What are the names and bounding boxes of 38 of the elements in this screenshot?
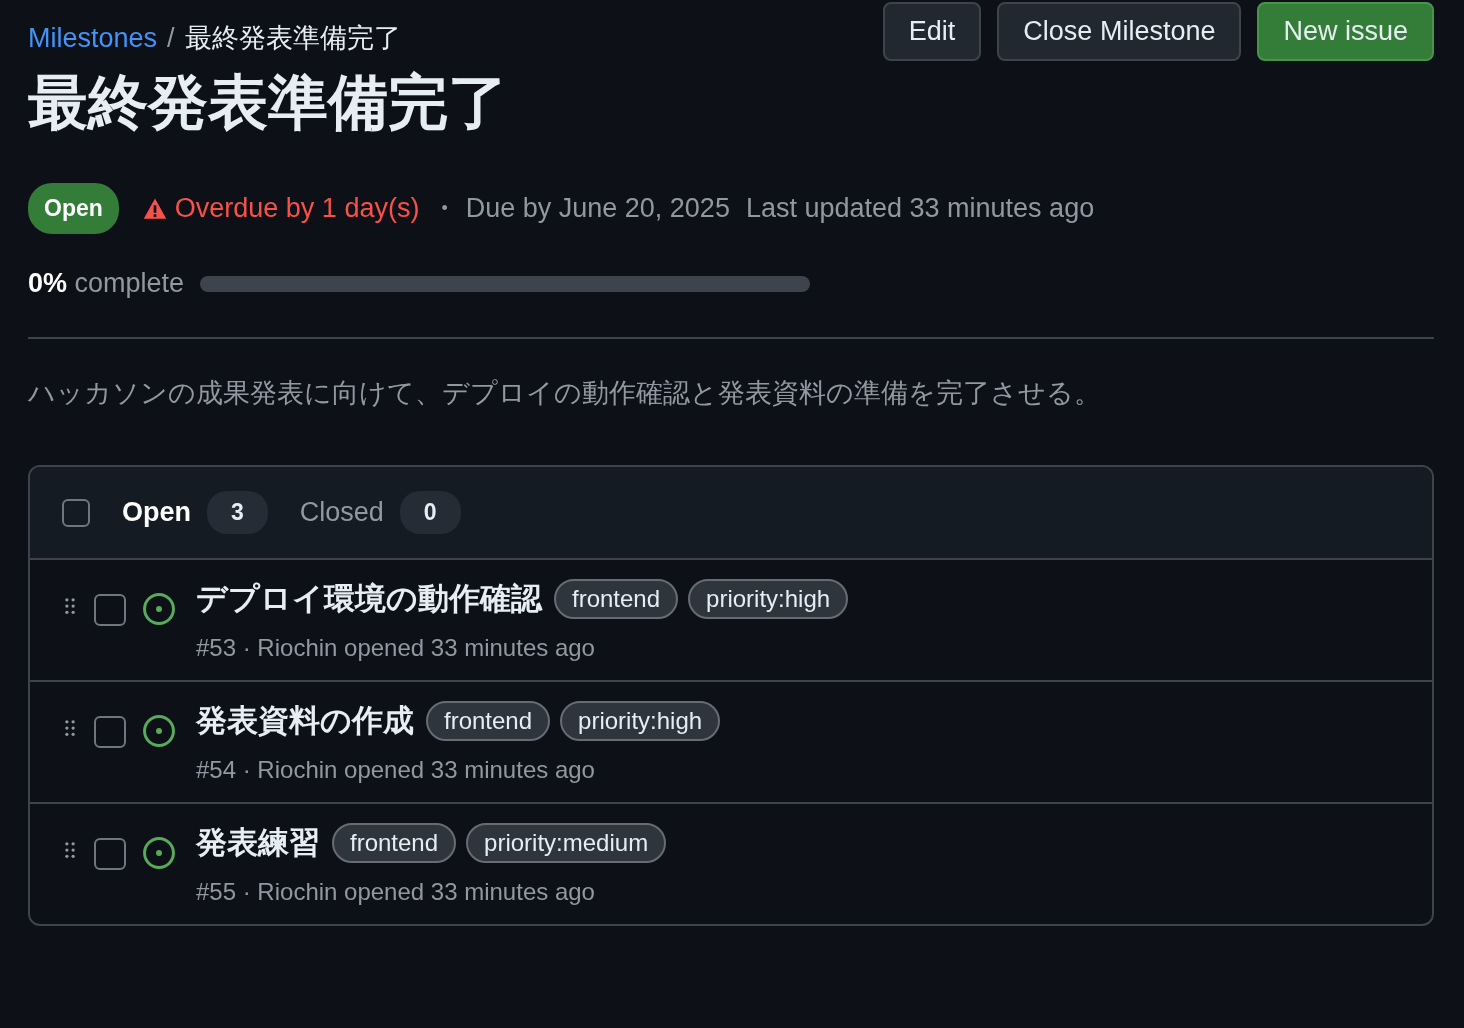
issue-label[interactable]: frontend: [426, 701, 551, 741]
last-updated: Last updated 33 minutes ago: [745, 193, 1095, 224]
milestone-title: 最終発表準備完了: [28, 68, 509, 138]
open-issue-icon: [142, 714, 176, 748]
state-badge: Open: [28, 183, 119, 234]
issue-label[interactable]: frontend: [554, 579, 679, 619]
breadcrumb-separator: /: [167, 22, 175, 54]
separator-dot: •: [441, 198, 448, 219]
description: ハッカソンの成果発表に向けて、デプロイの動作確認と発表資料の準備を完了させる。: [28, 377, 1102, 410]
open-issue-icon: [142, 592, 176, 626]
action-button[interactable]: Edit: [882, 2, 982, 61]
count-badge: 0: [399, 491, 461, 534]
count-badge: 3: [207, 491, 268, 534]
breadcrumb-link[interactable]: Milestones: [28, 22, 158, 54]
open-issue-icon: [142, 836, 176, 870]
action-button[interactable]: Close Milestone: [997, 2, 1242, 61]
issue-title[interactable]: デプロイ環境の動作確認: [196, 578, 542, 620]
select-all-checkbox[interactable]: [62, 498, 90, 527]
progress-label: 0% complete: [28, 268, 185, 299]
issue-label[interactable]: priority:medium: [466, 823, 667, 863]
breadcrumb-current: 最終発表準備完了: [184, 22, 401, 55]
due-date: Due by June 20, 2025: [465, 193, 730, 224]
action-button[interactable]: New issue: [1257, 2, 1434, 61]
issue-checkbox[interactable]: [94, 594, 126, 626]
issue-checkbox[interactable]: [94, 838, 126, 870]
issue-title[interactable]: 発表資料の作成: [196, 700, 414, 742]
issue-label[interactable]: priority:high: [560, 701, 721, 741]
warning-icon: [142, 196, 167, 221]
overdue-text: Overdue by 1 day(s): [174, 193, 420, 224]
filter-tab[interactable]: Open 3: [122, 491, 268, 534]
filter-tab[interactable]: Closed 0: [299, 491, 461, 534]
issue-meta: #53 · Riochin opened 33 minutes ago: [196, 634, 596, 662]
issue-label[interactable]: frontend: [332, 823, 457, 863]
issue-label[interactable]: priority:high: [688, 579, 849, 619]
issue-checkbox[interactable]: [94, 716, 126, 748]
issue-meta: #54 · Riochin opened 33 minutes ago: [196, 756, 596, 784]
issue-meta: #55 · Riochin opened 33 minutes ago: [196, 878, 596, 906]
issue-title[interactable]: 発表練習: [196, 822, 320, 864]
